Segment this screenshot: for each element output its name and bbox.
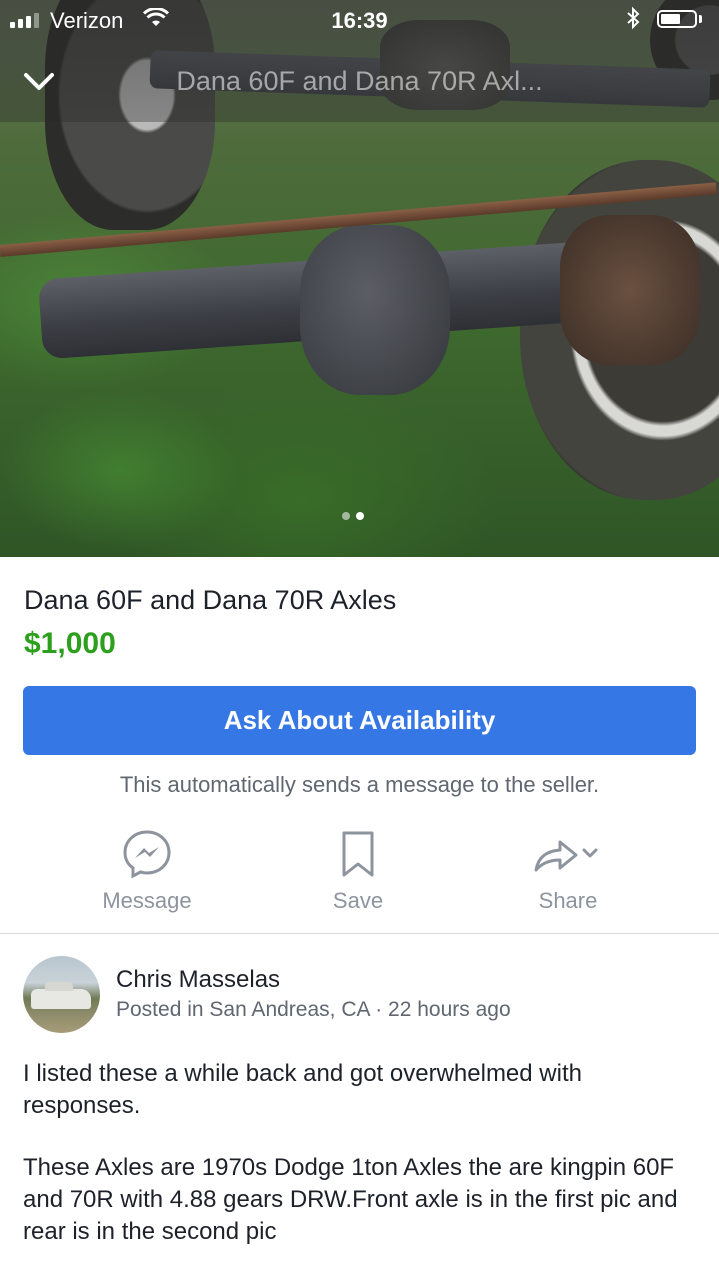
seller-name[interactable]: Chris Masselas [116,966,280,994]
nav-title: Dana 60F and Dana 70R Axl... [176,66,543,96]
gallery-pager[interactable] [342,512,364,520]
meta-separator: · [375,998,383,1021]
message-button[interactable]: Message [42,828,252,914]
status-time: 16:39 [331,8,388,33]
share-label: Share [538,888,598,913]
cta-note: This automatically sends a message to th… [119,772,600,797]
status-bar: Verizon 16:39 [0,0,719,40]
photo-hub [560,215,700,365]
save-label: Save [332,888,384,913]
listing-price: $1,000 [24,627,116,660]
listing-description: I listed these a while back and got over… [23,1058,703,1278]
save-button[interactable]: Save [253,828,463,914]
pager-dot[interactable] [342,512,350,520]
seller-meta: Posted in San Andreas, CA · 22 hours ago [116,998,511,1022]
description-paragraph: I listed these a while back and got over… [23,1060,582,1119]
bookmark-icon [253,828,463,880]
description-paragraph: These Axles are 1970s Dodge 1ton Axles t… [23,1154,678,1245]
messenger-icon [42,828,252,880]
share-button[interactable]: Share [463,828,673,914]
post-time: 22 hours ago [388,998,511,1021]
section-divider [0,933,719,934]
share-icon [463,828,673,880]
pager-dot-active[interactable] [356,512,364,520]
listing-title: Dana 60F and Dana 70R Axles [24,585,397,615]
bluetooth-icon [626,6,640,36]
battery-icon [657,10,697,28]
ask-availability-button[interactable]: Ask About Availability [23,686,696,755]
seller-location: Posted in San Andreas, CA [116,998,370,1021]
avatar[interactable] [23,956,100,1033]
photo-differential-main [300,225,450,395]
message-label: Message [102,888,192,913]
